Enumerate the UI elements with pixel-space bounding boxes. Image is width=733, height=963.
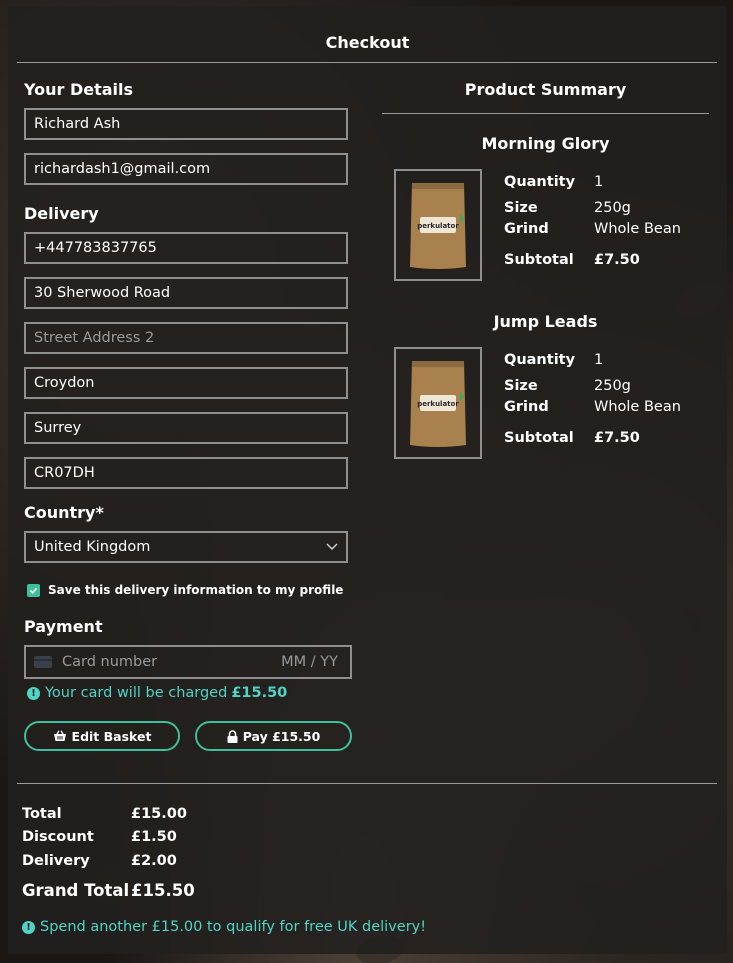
coffee-bag-image: perkulator xyxy=(410,361,466,447)
card-input[interactable]: Card number MM / YY xyxy=(24,645,352,679)
payment-heading: Payment xyxy=(24,617,103,636)
quantity-label: Quantity xyxy=(504,174,576,190)
quantity-value: 1 xyxy=(594,174,604,190)
delivery-cost-value: £2.00 xyxy=(131,853,177,869)
charge-notice: ! Your card will be charged £15.50 xyxy=(27,685,287,701)
country-select[interactable]: United Kingdom xyxy=(24,531,348,563)
your-details-heading: Your Details xyxy=(24,80,134,99)
country-select-value: United Kingdom xyxy=(34,539,151,555)
credit-card-icon xyxy=(34,656,52,668)
save-info-row[interactable]: Save this delivery information to my pro… xyxy=(27,583,343,597)
coffee-bag-image: perkulator xyxy=(410,183,466,269)
charge-amount: £15.50 xyxy=(231,685,288,701)
quantity-label: Quantity xyxy=(504,352,576,368)
bag-label: perkulator xyxy=(417,400,459,408)
lock-icon xyxy=(227,729,238,743)
subtotal-label: Subtotal xyxy=(504,430,574,446)
email-input[interactable]: richardash1@gmail.com xyxy=(24,153,348,185)
free-delivery-text: Spend another £15.00 to qualify for free… xyxy=(40,919,427,935)
quantity-value: 1 xyxy=(594,352,604,368)
edit-basket-label: Edit Basket xyxy=(71,728,152,744)
street-address-1-input[interactable]: 30 Sherwood Road xyxy=(24,277,348,309)
page-title: Checkout xyxy=(325,33,410,52)
info-icon: ! xyxy=(27,686,40,700)
country-label: Country* xyxy=(24,503,104,522)
total-label: Total xyxy=(22,806,62,822)
size-label: Size xyxy=(504,378,538,394)
product-image[interactable]: perkulator xyxy=(394,169,482,281)
size-value: 250g xyxy=(594,378,631,394)
subtotal-label: Subtotal xyxy=(504,252,574,268)
grand-total-label: Grand Total xyxy=(22,881,130,900)
full-name-input[interactable]: Richard Ash xyxy=(24,108,348,140)
phone-input[interactable]: +447783837765 xyxy=(24,232,348,264)
town-input[interactable]: Croydon xyxy=(24,367,348,399)
bag-label: perkulator xyxy=(417,222,459,230)
check-icon xyxy=(29,587,38,594)
grind-label: Grind xyxy=(504,399,549,415)
size-value: 250g xyxy=(594,200,631,216)
edit-basket-button[interactable]: Edit Basket xyxy=(24,721,180,751)
county-input[interactable]: Surrey xyxy=(24,412,348,444)
grand-total-value: £15.50 xyxy=(131,881,195,900)
delivery-cost-label: Delivery xyxy=(22,853,90,869)
card-number-placeholder: Card number xyxy=(62,654,158,670)
info-icon: ! xyxy=(22,920,35,934)
subtotal-value: £7.50 xyxy=(594,430,640,446)
street-address-2-input[interactable]: Street Address 2 xyxy=(24,322,348,354)
discount-value: £1.50 xyxy=(131,829,177,845)
discount-label: Discount xyxy=(22,829,94,845)
save-info-label: Save this delivery information to my pro… xyxy=(48,583,344,597)
checkout-panel: Checkout Your Details Richard Ash richar… xyxy=(8,6,727,954)
charge-text: Your card will be charged xyxy=(45,685,228,701)
product-image[interactable]: perkulator xyxy=(394,347,482,459)
free-delivery-notice: ! Spend another £15.00 to qualify for fr… xyxy=(22,919,426,935)
grind-value: Whole Bean xyxy=(594,399,681,415)
save-info-checkbox[interactable] xyxy=(27,583,40,597)
totals-divider xyxy=(17,783,717,784)
pay-button[interactable]: Pay £15.50 xyxy=(195,721,352,751)
product-summary-heading: Product Summary xyxy=(464,80,627,99)
card-expiry-placeholder: MM / YY xyxy=(281,654,338,670)
postcode-input[interactable]: CR07DH xyxy=(24,457,348,489)
basket-icon xyxy=(53,730,66,741)
total-value: £15.00 xyxy=(131,806,187,822)
pay-label: Pay £15.50 xyxy=(242,728,321,744)
summary-divider xyxy=(382,113,709,114)
subtotal-value: £7.50 xyxy=(594,252,640,268)
grind-label: Grind xyxy=(504,221,549,237)
delivery-heading: Delivery xyxy=(24,204,99,223)
product-name: Morning Glory xyxy=(481,134,610,153)
grind-value: Whole Bean xyxy=(594,221,681,237)
title-divider xyxy=(17,62,717,63)
size-label: Size xyxy=(504,200,538,216)
product-name: Jump Leads xyxy=(493,312,598,331)
chevron-down-icon xyxy=(326,543,338,551)
